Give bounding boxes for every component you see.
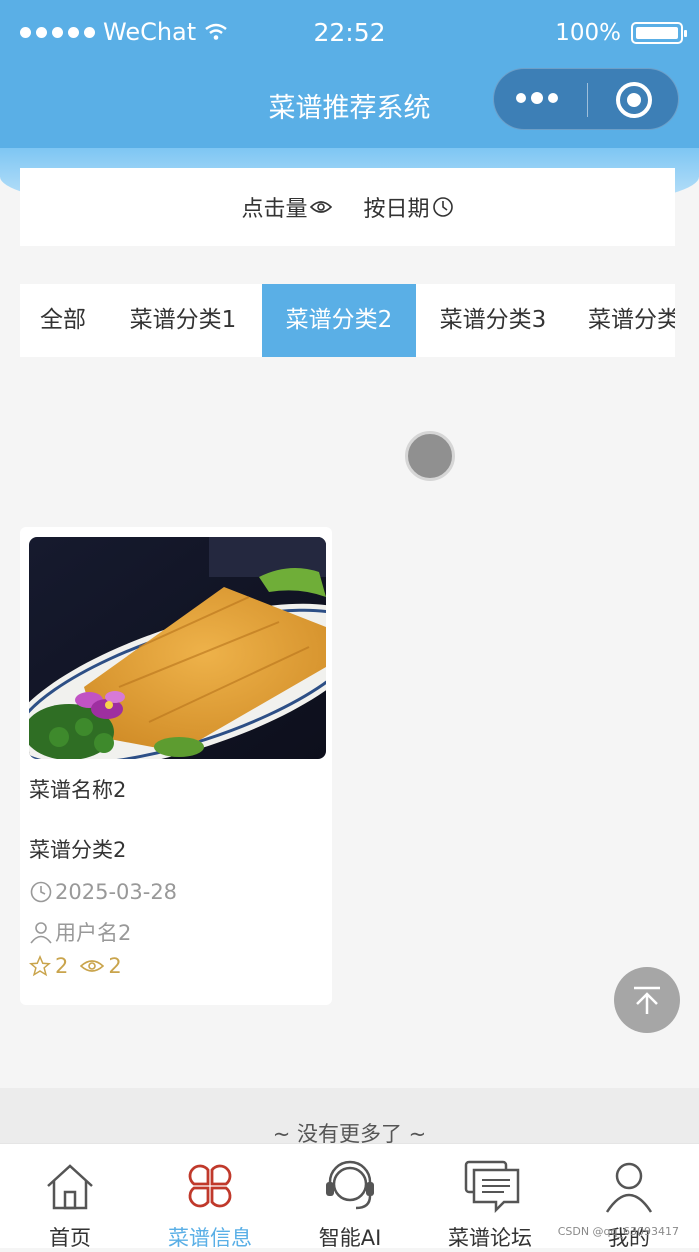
tabbar-label-forum: 菜谱论坛 bbox=[448, 1226, 532, 1250]
battery-status: 100% bbox=[555, 20, 687, 46]
clock-icon bbox=[432, 197, 453, 217]
recipe-name: 菜谱名称2 bbox=[29, 778, 127, 802]
recipe-image bbox=[29, 537, 326, 759]
sort-bar: 点击量 按日期 bbox=[20, 168, 675, 246]
tab-all[interactable]: 全部 bbox=[20, 284, 106, 357]
tabbar-item-ai[interactable]: 智能AI bbox=[280, 1144, 420, 1250]
battery-icon bbox=[631, 22, 687, 44]
tabbar-item-recipes[interactable]: 菜谱信息 bbox=[140, 1144, 280, 1250]
star-count: 2 bbox=[55, 954, 69, 978]
loading-indicator bbox=[405, 431, 455, 481]
status-bar: WeChat 22:52 100% bbox=[0, 0, 699, 68]
chat-icon bbox=[464, 1160, 520, 1214]
tab-category-1[interactable]: 菜谱分类1 bbox=[108, 284, 258, 357]
tabbar-label-recipes: 菜谱信息 bbox=[168, 1226, 252, 1250]
sort-by-clicks-label: 点击量 bbox=[241, 197, 308, 222]
recipe-date-text: 2025-03-28 bbox=[55, 880, 178, 904]
eye-icon bbox=[80, 960, 105, 972]
close-miniprogram-icon[interactable] bbox=[616, 82, 652, 118]
recipe-date: 2025-03-28 bbox=[29, 880, 177, 904]
recipe-author: 用户名2 bbox=[29, 917, 131, 947]
clock-icon bbox=[30, 881, 52, 903]
recipe-author-text: 用户名2 bbox=[55, 921, 132, 945]
tabbar-label-ai: 智能AI bbox=[318, 1226, 382, 1250]
user-icon bbox=[605, 1162, 653, 1213]
recipe-stats: 2 2 bbox=[29, 954, 122, 978]
capsule-divider bbox=[587, 83, 588, 117]
view-count: 2 bbox=[108, 954, 122, 978]
tabbar-item-forum[interactable]: 菜谱论坛 bbox=[420, 1144, 560, 1250]
arrow-up-icon bbox=[634, 986, 660, 1014]
category-tabs: 全部 菜谱分类1 菜谱分类2 菜谱分类3 菜谱分类4 bbox=[20, 284, 675, 357]
star-icon bbox=[29, 955, 51, 977]
sort-by-date-button[interactable]: 按日期 bbox=[364, 191, 454, 223]
headset-icon bbox=[326, 1160, 374, 1210]
user-icon bbox=[30, 922, 52, 944]
tab-category-4[interactable]: 菜谱分类4 bbox=[576, 284, 675, 357]
tab-category-2[interactable]: 菜谱分类2 bbox=[262, 284, 416, 357]
tab-category-3[interactable]: 菜谱分类3 bbox=[418, 284, 568, 357]
recipe-category: 菜谱分类2 bbox=[29, 838, 127, 862]
navigation-bar: 菜谱推荐系统 bbox=[0, 68, 699, 148]
sort-by-clicks-button[interactable]: 点击量 bbox=[241, 191, 332, 223]
back-to-top-button[interactable] bbox=[614, 967, 680, 1033]
tabbar-label-home: 首页 bbox=[49, 1226, 91, 1250]
home-icon bbox=[47, 1164, 93, 1210]
watermark: CSDN @qq_63093417 bbox=[557, 1225, 679, 1238]
clover-icon bbox=[188, 1164, 232, 1208]
tabbar-item-home[interactable]: 首页 bbox=[0, 1144, 140, 1250]
sort-by-date-label: 按日期 bbox=[363, 197, 430, 222]
more-menu-icon[interactable] bbox=[516, 92, 558, 104]
miniprogram-capsule bbox=[493, 68, 679, 130]
battery-percent: 100% bbox=[555, 20, 621, 46]
eye-icon bbox=[309, 201, 332, 213]
